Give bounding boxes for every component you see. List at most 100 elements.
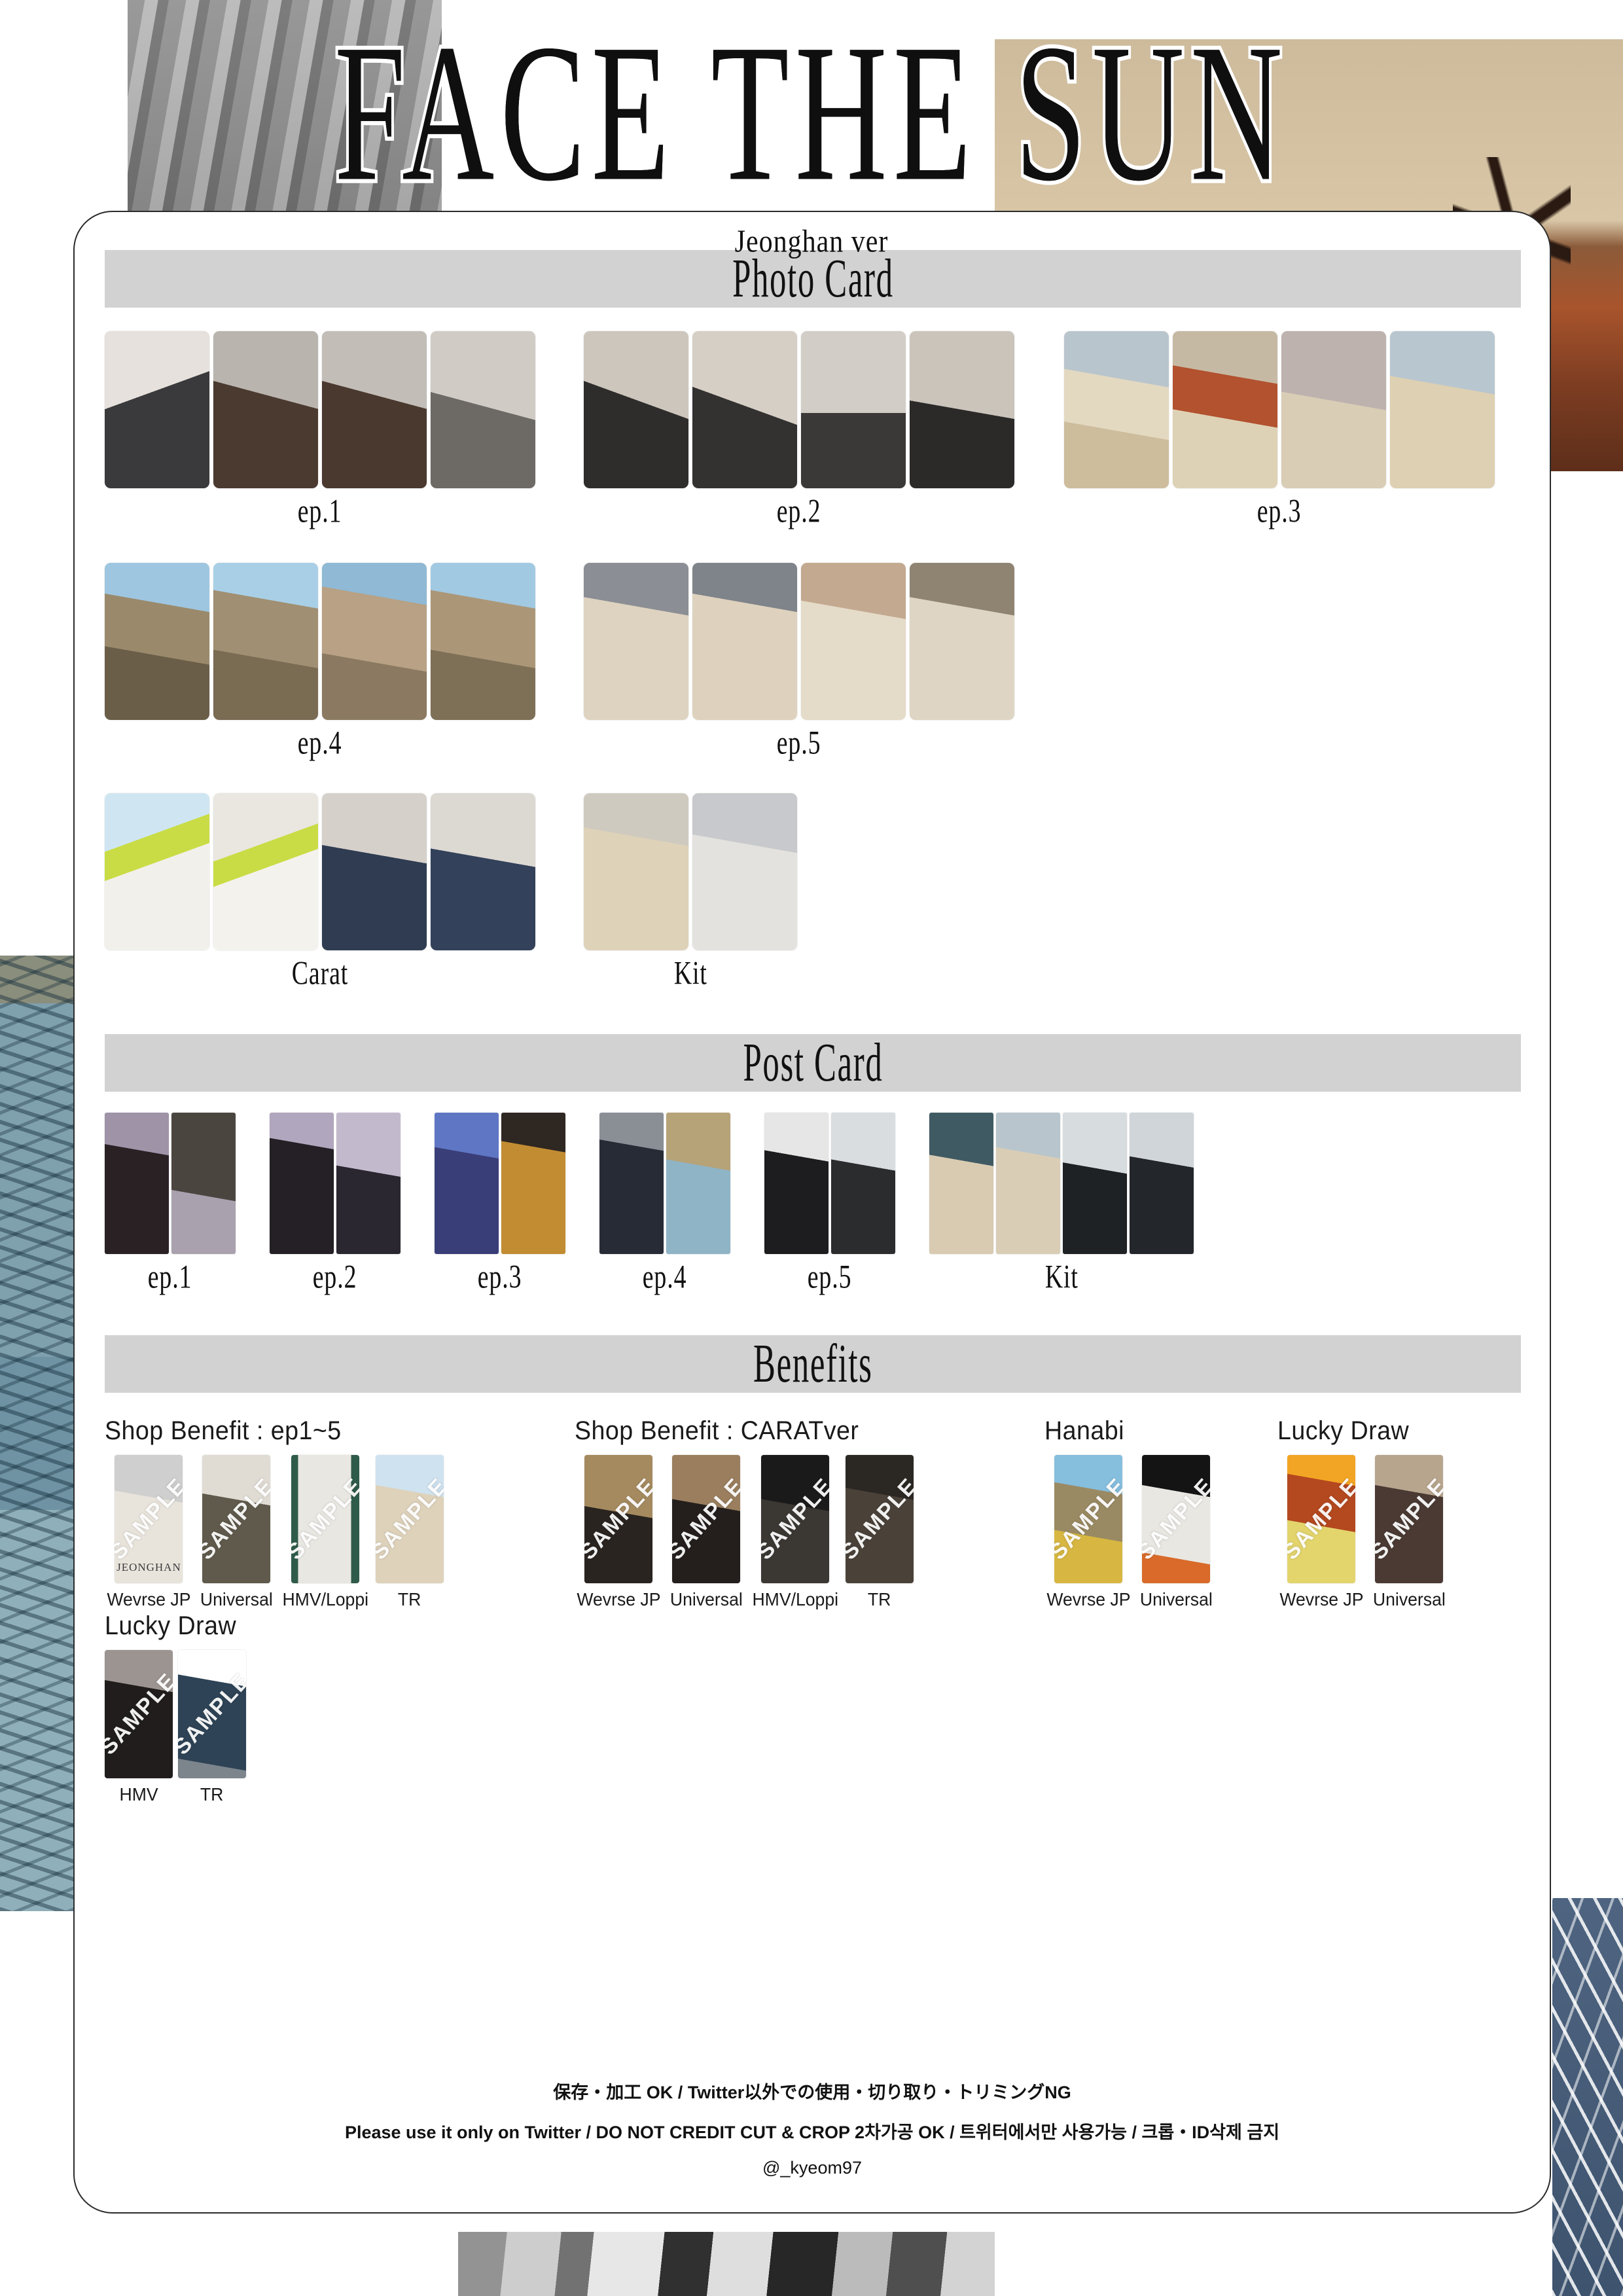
benefit-card[interactable]: SAMPLE bbox=[178, 1650, 246, 1778]
page-title: FACE THE SUN bbox=[332, 3, 1289, 222]
post-card-row bbox=[435, 1113, 565, 1254]
sample-watermark: SAMPLE bbox=[202, 1473, 271, 1565]
post-card[interactable] bbox=[435, 1113, 499, 1254]
photo-card[interactable] bbox=[692, 793, 797, 950]
post-card[interactable] bbox=[336, 1113, 401, 1254]
post-card[interactable] bbox=[270, 1113, 334, 1254]
photo-card[interactable] bbox=[431, 563, 535, 720]
photo-card[interactable] bbox=[431, 793, 535, 950]
benefit-card[interactable]: SAMPLE JEONGHAN bbox=[115, 1455, 183, 1583]
photo-card-row bbox=[584, 563, 1014, 720]
photo-card[interactable] bbox=[910, 563, 1014, 720]
photo-card-row bbox=[105, 563, 535, 720]
post-card-group-ep2: ep.2 bbox=[270, 1113, 401, 1296]
benefit-card[interactable]: SAMPLE bbox=[291, 1455, 359, 1583]
photo-card-row bbox=[584, 793, 797, 950]
photo-card[interactable] bbox=[1173, 331, 1277, 488]
benefit-card[interactable]: SAMPLE bbox=[202, 1455, 271, 1583]
benefit-row: SAMPLE HMV SAMPLE TR bbox=[105, 1650, 246, 1805]
post-card[interactable] bbox=[1063, 1113, 1127, 1254]
background-photo-left bbox=[0, 956, 73, 1911]
photo-card[interactable] bbox=[105, 331, 209, 488]
benefit-group-shop-caratver: Shop Benefit : CARATver SAMPLE Wevrse JP… bbox=[575, 1416, 914, 1610]
post-card-row bbox=[105, 1113, 236, 1254]
post-card[interactable] bbox=[831, 1113, 895, 1254]
photo-card[interactable] bbox=[910, 331, 1014, 488]
photo-card[interactable] bbox=[213, 793, 318, 950]
photo-card[interactable] bbox=[213, 331, 318, 488]
post-card[interactable] bbox=[599, 1113, 664, 1254]
benefit-card[interactable]: SAMPLE bbox=[846, 1455, 914, 1583]
photo-card-group-ep5: ep.5 bbox=[584, 563, 1014, 762]
post-card-group-label: ep.2 bbox=[313, 1259, 357, 1296]
benefit-card[interactable]: SAMPLE bbox=[1054, 1455, 1123, 1583]
photo-card[interactable] bbox=[801, 331, 906, 488]
photo-card-group-carat: Carat bbox=[105, 793, 535, 992]
benefit-group-heading: Shop Benefit : ep1~5 bbox=[105, 1416, 342, 1445]
benefit-card[interactable]: SAMPLE bbox=[1287, 1455, 1356, 1583]
photo-card[interactable] bbox=[1064, 331, 1169, 488]
post-card[interactable] bbox=[171, 1113, 236, 1254]
photo-card-group-label: ep.4 bbox=[298, 725, 342, 762]
photo-card[interactable] bbox=[584, 331, 688, 488]
photo-card[interactable] bbox=[584, 793, 688, 950]
sample-watermark: SAMPLE bbox=[672, 1473, 741, 1565]
photo-card-group-kit: Kit bbox=[584, 793, 797, 992]
post-card-group-label: ep.5 bbox=[808, 1259, 852, 1296]
footer-handle: @_kyeom97 bbox=[762, 2158, 862, 2178]
photo-card[interactable] bbox=[322, 563, 427, 720]
benefit-card[interactable]: SAMPLE bbox=[760, 1455, 829, 1583]
post-card[interactable] bbox=[501, 1113, 565, 1254]
benefit-item: SAMPLE Universal bbox=[668, 1455, 745, 1610]
photo-card-group-ep4: ep.4 bbox=[105, 563, 535, 762]
post-card-group-label: Kit bbox=[1044, 1259, 1079, 1296]
benefit-group-shop-ep1-5: Shop Benefit : ep1~5 SAMPLE JEONGHAN Wev… bbox=[105, 1416, 444, 1610]
post-card[interactable] bbox=[666, 1113, 730, 1254]
photo-card[interactable] bbox=[584, 563, 688, 720]
photo-card[interactable] bbox=[801, 563, 906, 720]
photo-card-row bbox=[105, 793, 535, 950]
post-card[interactable] bbox=[764, 1113, 829, 1254]
benefit-card[interactable]: SAMPLE bbox=[672, 1455, 741, 1583]
benefit-item-label: Wevrse JP bbox=[107, 1589, 191, 1609]
post-card-group-ep4: ep.4 bbox=[599, 1113, 730, 1296]
benefit-group-lucky-draw-bottom: Lucky Draw SAMPLE HMV SAMPLE TR bbox=[105, 1611, 246, 1805]
post-card[interactable] bbox=[1130, 1113, 1194, 1254]
photo-card-group-ep3: ep.3 bbox=[1064, 331, 1495, 530]
benefit-group-heading: Hanabi bbox=[1044, 1416, 1124, 1445]
benefit-card[interactable]: SAMPLE bbox=[1375, 1455, 1444, 1583]
benefit-card-caption: JEONGHAN bbox=[116, 1561, 181, 1573]
benefit-card[interactable]: SAMPLE bbox=[105, 1650, 173, 1778]
photo-card-group-ep1: ep.1 bbox=[105, 331, 535, 530]
sample-watermark: SAMPLE bbox=[760, 1473, 829, 1565]
benefit-item-label: TR bbox=[200, 1784, 224, 1804]
sample-watermark: SAMPLE bbox=[105, 1668, 173, 1760]
photo-card[interactable] bbox=[105, 563, 209, 720]
benefit-item-label: HMV bbox=[119, 1784, 158, 1804]
photo-card[interactable] bbox=[105, 793, 209, 950]
photo-card[interactable] bbox=[1281, 331, 1386, 488]
footer: 保存・加工 OK / Twitter以外での使用・切り取り・トリミングNG Pl… bbox=[75, 2078, 1550, 2178]
photo-card[interactable] bbox=[431, 331, 535, 488]
photo-card[interactable] bbox=[322, 793, 427, 950]
photo-card[interactable] bbox=[692, 563, 797, 720]
benefit-row: SAMPLE Wevrse JP SAMPLE Universal SAMPLE… bbox=[575, 1455, 914, 1610]
photo-card[interactable] bbox=[213, 563, 318, 720]
section-title-benefits: Benefits bbox=[753, 1333, 873, 1394]
post-card[interactable] bbox=[105, 1113, 169, 1254]
benefit-item-label: Universal bbox=[1372, 1589, 1446, 1609]
photo-card[interactable] bbox=[692, 331, 797, 488]
benefit-card[interactable]: SAMPLE bbox=[1142, 1455, 1211, 1583]
photo-card[interactable] bbox=[322, 331, 427, 488]
photo-card-row bbox=[584, 331, 1014, 488]
benefit-card[interactable]: SAMPLE bbox=[584, 1455, 653, 1583]
post-card[interactable] bbox=[929, 1113, 993, 1254]
sample-watermark: SAMPLE bbox=[846, 1473, 914, 1565]
benefit-group-lucky-draw-top: Lucky Draw SAMPLE Wevrse JP SAMPLE Unive… bbox=[1277, 1416, 1448, 1610]
post-card[interactable] bbox=[996, 1113, 1060, 1254]
footer-line-en-kr: Please use it only on Twitter / DO NOT C… bbox=[344, 2123, 1280, 2142]
photo-card[interactable] bbox=[1390, 331, 1495, 488]
benefit-row: SAMPLE Wevrse JP SAMPLE Universal bbox=[1044, 1455, 1215, 1610]
benefit-card[interactable]: SAMPLE bbox=[376, 1455, 444, 1583]
benefit-item-label: Universal bbox=[1139, 1589, 1213, 1609]
